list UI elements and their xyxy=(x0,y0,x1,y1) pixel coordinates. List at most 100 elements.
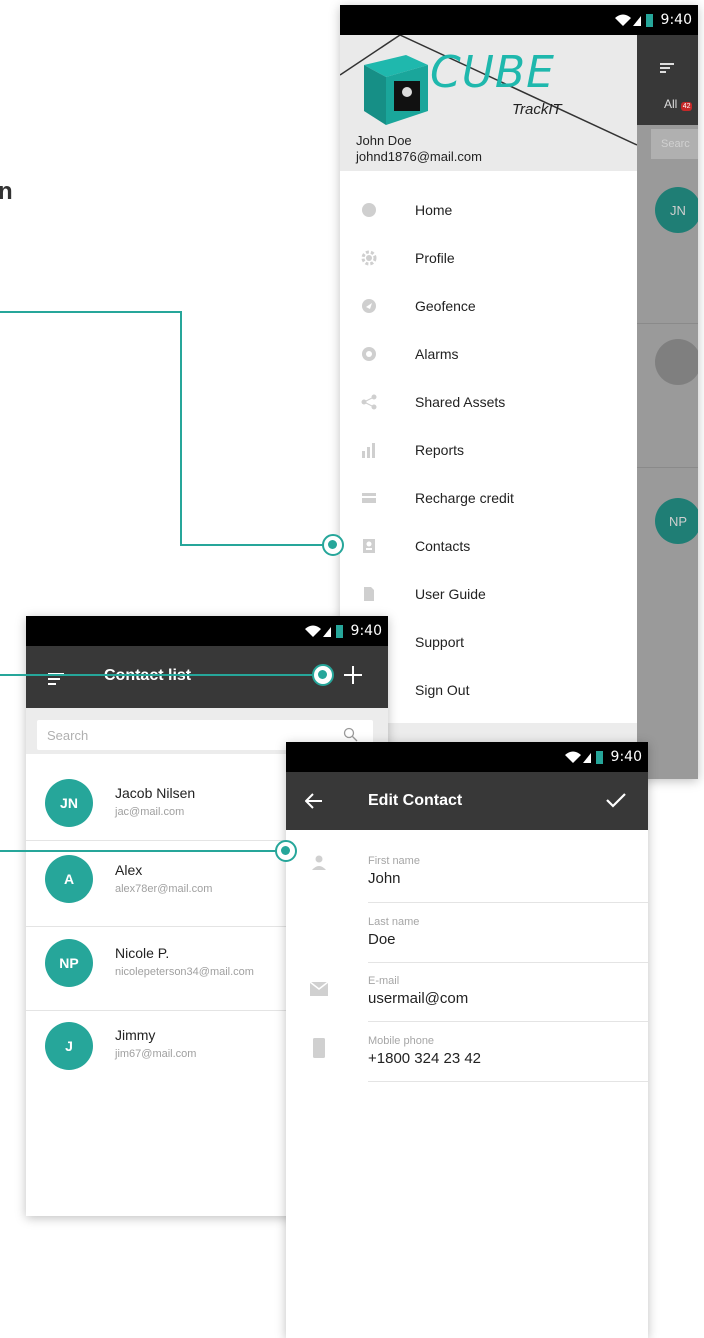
search-placeholder: Search xyxy=(47,728,89,743)
contact-email: jim67@mail.com xyxy=(115,1048,197,1060)
drawer-item-label: User Guide xyxy=(415,586,486,602)
cube-logo-icon xyxy=(358,47,434,134)
callout-line xyxy=(0,850,276,852)
callout-line xyxy=(180,544,323,546)
behind-divider xyxy=(637,323,698,324)
callout-line xyxy=(180,311,182,546)
drawer-item-shared-assets[interactable]: Shared Assets xyxy=(340,378,637,426)
mobile-phone-label: Mobile phone xyxy=(368,1035,435,1047)
mobile-phone-icon xyxy=(313,1038,325,1063)
contact-name: Alex xyxy=(115,862,143,878)
divider xyxy=(368,902,648,903)
drawer-item-label: Home xyxy=(415,202,453,218)
behind-divider xyxy=(637,467,698,468)
credit-card-icon xyxy=(360,489,378,507)
first-name-field[interactable]: John xyxy=(368,870,401,887)
status-icons xyxy=(613,12,657,28)
drawer-item-label: Recharge credit xyxy=(415,490,514,506)
check-icon xyxy=(606,793,626,808)
navigation-icon xyxy=(360,297,378,315)
behind-tab-badge: 42 xyxy=(680,102,693,111)
plus-icon xyxy=(344,666,362,684)
avatar: A xyxy=(45,855,93,903)
email-icon xyxy=(309,981,329,1001)
logo-subtext: TrackIT xyxy=(512,101,562,118)
first-name-label: First name xyxy=(368,855,420,867)
home-icon xyxy=(360,201,378,219)
email-label: E-mail xyxy=(368,975,400,987)
drawer-item-label: Profile xyxy=(415,250,455,266)
last-name-field[interactable]: Doe xyxy=(368,931,396,948)
drawer-item-label: Alarms xyxy=(415,346,459,362)
page-title: Contact list xyxy=(104,667,191,685)
status-time: 9:40 xyxy=(350,623,382,639)
save-check-button[interactable] xyxy=(606,792,626,813)
behind-avatar-jn: JN xyxy=(655,187,698,233)
back-arrow-icon[interactable] xyxy=(304,793,323,814)
drawer-item-recharge-credit[interactable]: Recharge credit xyxy=(340,474,637,522)
contact-email: alex78er@mail.com xyxy=(115,883,213,895)
avatar: J xyxy=(45,1022,93,1070)
edit-contact-appbar: Edit Contact xyxy=(286,772,648,830)
drawer-item-label: Reports xyxy=(415,442,465,458)
status-bar: 9:40 xyxy=(340,5,698,35)
drawer-item-label: Contacts xyxy=(415,538,471,554)
drawer-item-profile[interactable]: Profile xyxy=(340,234,637,282)
drawer-item-label: Support xyxy=(415,634,465,650)
contact-name: Jacob Nilsen xyxy=(115,785,196,801)
drawer-item-alarms[interactable]: Alarms xyxy=(340,330,637,378)
divider xyxy=(368,1021,648,1022)
callout-dot-contacts xyxy=(322,534,344,556)
divider xyxy=(368,962,648,963)
drawer-item-label: Shared Assets xyxy=(415,394,506,410)
behind-menu-icon[interactable] xyxy=(660,60,674,78)
contact-email: nicolepeterson34@mail.com xyxy=(115,966,254,978)
callout-line xyxy=(0,674,312,676)
avatar: JN xyxy=(45,779,93,827)
status-time: 9:40 xyxy=(610,749,642,765)
drawer-item-reports[interactable]: Reports xyxy=(340,426,637,474)
drawer-header: CUBE TrackIT John Doe johnd1876@mail.com xyxy=(340,35,637,171)
callout-dot-edit xyxy=(275,840,297,862)
callout-line xyxy=(0,311,182,313)
drawer-item-user-guide[interactable]: User Guide xyxy=(340,570,637,618)
status-time: 9:40 xyxy=(660,12,692,28)
behind-tab-all[interactable]: All 42 xyxy=(664,97,693,111)
drawer-screen: 9:40 All 42 Searc JN NP CUBE TrackIT Joh… xyxy=(340,5,698,779)
drawer-item-contacts[interactable]: Contacts xyxy=(340,522,637,570)
drawer-item-geofence[interactable]: Geofence xyxy=(340,282,637,330)
alarm-icon xyxy=(360,345,378,363)
share-icon xyxy=(360,393,378,411)
drawer-item-label: Sign Out xyxy=(415,682,470,698)
status-bar: 9:40 xyxy=(26,616,388,646)
add-contact-button[interactable] xyxy=(344,659,362,691)
drawer-item-label: Geofence xyxy=(415,298,476,314)
logo-text: CUBE xyxy=(430,47,555,98)
page-title: Edit Contact xyxy=(368,792,463,809)
status-icons xyxy=(303,623,347,639)
divider xyxy=(368,1081,648,1082)
email-field[interactable]: usermail@com xyxy=(368,990,468,1007)
callout-dot-add xyxy=(312,664,334,686)
status-icons xyxy=(563,749,607,765)
behind-appbar xyxy=(637,35,698,125)
document-icon xyxy=(360,585,378,603)
contact-card-icon xyxy=(360,537,378,555)
edit-contact-screen: 9:40 Edit Contact First name John Last n… xyxy=(286,742,648,1338)
drawer-user-email: johnd1876@mail.com xyxy=(356,149,482,164)
last-name-label: Last name xyxy=(368,916,420,928)
status-bar: 9:40 xyxy=(286,742,648,772)
bar-chart-icon xyxy=(360,441,378,459)
avatar: NP xyxy=(45,939,93,987)
partial-heading: n xyxy=(0,178,13,205)
drawer-user-name: John Doe xyxy=(356,133,412,148)
drawer-item-home[interactable]: Home xyxy=(340,186,637,234)
mobile-phone-field[interactable]: +1800 324 23 42 xyxy=(368,1050,481,1067)
contact-name: Jimmy xyxy=(115,1027,156,1043)
contact-email: jac@mail.com xyxy=(115,806,185,818)
contact-name: Nicole P. xyxy=(115,945,170,961)
behind-search[interactable]: Searc xyxy=(651,129,698,159)
behind-car-photo xyxy=(655,339,698,385)
person-icon xyxy=(311,855,327,876)
behind-avatar-np: NP xyxy=(655,498,698,544)
